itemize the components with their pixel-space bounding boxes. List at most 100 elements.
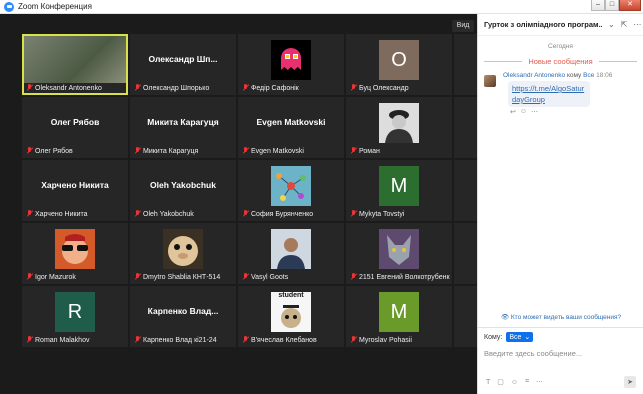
muted-mic-icon	[134, 84, 141, 92]
avatar: M	[379, 166, 419, 206]
muted-mic-icon	[242, 336, 249, 344]
participant-name-label: Федір Сафонік	[242, 84, 342, 92]
participant-tile[interactable]: Олександр Шп... Олександр Шпорько	[130, 34, 236, 95]
participant-tile[interactable]: Igor Mazurok	[22, 223, 128, 284]
minimize-button[interactable]: –	[591, 0, 605, 11]
message-recipient: Все	[583, 72, 595, 79]
avatar: M	[379, 292, 419, 332]
participant-tile[interactable]: R Roman Malakhov	[22, 286, 128, 347]
participant-name: Oleh Yakobchuk	[143, 210, 194, 218]
muted-mic-icon	[26, 336, 33, 344]
participant-tile[interactable]: M Myroslav Pohasii	[346, 286, 452, 347]
participant-video	[24, 36, 126, 83]
participant-display-name: Микита Карагуця	[147, 117, 219, 127]
participant-name-label: Харчено Никита	[26, 210, 126, 218]
participant-name: Харчено Никита	[35, 210, 88, 218]
avatar	[271, 40, 311, 80]
muted-mic-icon	[134, 147, 141, 155]
participant-tile[interactable]: Vasyl Goots	[238, 223, 344, 284]
popout-icon[interactable]: ⇱	[621, 20, 628, 29]
participant-display-name: Evgen Matkovski	[256, 117, 326, 127]
muted-mic-icon	[26, 84, 33, 92]
muted-mic-icon	[350, 210, 357, 218]
participant-name: Igor Mazurok	[35, 273, 76, 281]
participant-name-label: Dmytro Shablia КНТ-514	[134, 273, 234, 281]
participant-name-label: София Бурянченко	[242, 210, 342, 218]
participant-tile[interactable]: Oleksandr Antonenko	[22, 34, 128, 95]
participant-display-name: Oleh Yakobchuk	[150, 180, 216, 190]
muted-mic-icon	[134, 210, 141, 218]
participant-tile[interactable]: Карпенко Влад... Карпенко Влад кі21-24	[130, 286, 236, 347]
muted-mic-icon	[242, 84, 249, 92]
participant-name: Mykyta Tovstyi	[359, 210, 405, 218]
recipient-select[interactable]: Все ⌄	[506, 332, 534, 342]
avatar	[379, 103, 419, 143]
participant-name: Evgen Matkovski	[251, 147, 304, 155]
chat-title: Гурток з олімпіадного програм...	[484, 20, 602, 29]
muted-mic-icon	[134, 273, 141, 281]
participant-tile[interactable]: Роман	[346, 97, 452, 158]
avatar	[163, 229, 203, 269]
file-icon[interactable]: ▢	[497, 378, 504, 386]
more-icon[interactable]: ⋯	[536, 378, 543, 386]
chevron-down-icon: ⌄	[524, 334, 531, 341]
avatar	[271, 229, 311, 269]
participant-name: Микита Карагуця	[143, 147, 199, 155]
emoji-icon[interactable]: ☺	[511, 379, 518, 386]
participant-name-label: Роман	[350, 147, 450, 155]
participant-name: София Бурянченко	[251, 210, 314, 218]
participant-name-label: Igor Mazurok	[26, 273, 126, 281]
chevron-down-icon[interactable]: ⌄	[608, 20, 615, 29]
participant-display-name: Карпенко Влад...	[147, 306, 219, 316]
reply-icon[interactable]: ↩	[510, 108, 516, 116]
zoom-app-icon	[4, 1, 14, 12]
participant-name: Vasyl Goots	[251, 273, 289, 281]
participant-display-name: Харчено Никита	[41, 180, 109, 190]
message-link[interactable]: https://t.me/AlgoSaturdayGroup	[512, 84, 584, 104]
participant-tile[interactable]: Dmytro Shablia КНТ-514	[130, 223, 236, 284]
muted-mic-icon	[242, 273, 249, 281]
participant-name-label: Myroslav Pohasii	[350, 336, 450, 344]
maximize-button[interactable]: □	[605, 0, 619, 11]
message-input[interactable]	[484, 347, 634, 360]
more-icon[interactable]: ⋯	[633, 20, 641, 29]
muted-mic-icon	[350, 336, 357, 344]
participant-tile[interactable]: София Бурянченко	[238, 160, 344, 221]
recipient-row: Кому: Все ⌄	[484, 332, 534, 342]
participant-tile[interactable]: 2151 Евгений Волкотрубенко	[346, 223, 452, 284]
close-button[interactable]: ✕	[619, 0, 641, 11]
avatar	[271, 166, 311, 206]
participant-name-label: Микита Карагуця	[134, 147, 234, 155]
participant-tile[interactable]: Олег Рябов Олег Рябов	[22, 97, 128, 158]
participant-name-label: Карпенко Влад кі21-24	[134, 336, 234, 344]
participant-name-label: Oleksandr Antonenko	[26, 84, 126, 92]
who-can-see-link[interactable]: 👁 Кто может видеть ваши сообщения?	[478, 313, 643, 321]
divider	[478, 327, 643, 328]
participant-tile[interactable]: M Mykyta Tovstyi	[346, 160, 452, 221]
message-bubble: https://t.me/AlgoSaturdayGroup	[508, 81, 590, 107]
screenshot-icon[interactable]: ⌗	[525, 378, 529, 386]
new-messages-divider: Новые сообщения	[484, 57, 637, 66]
participant-tile[interactable]: О Буц Олександр	[346, 34, 452, 95]
message-meta: Oleksandr Antonenko кому Все 18:06	[503, 72, 612, 79]
window-controls: – □ ✕	[591, 0, 641, 11]
send-button[interactable]: ➤	[624, 376, 636, 388]
participant-name-label: 2151 Евгений Волкотрубенко	[350, 273, 450, 281]
muted-mic-icon	[134, 336, 141, 344]
date-separator: Сегодня	[548, 43, 573, 50]
participant-tile[interactable]: Evgen Matkovski Evgen Matkovski	[238, 97, 344, 158]
participant-tile[interactable]: Микита Карагуця Микита Карагуця	[130, 97, 236, 158]
participant-name: Олег Рябов	[35, 147, 73, 155]
participant-tile[interactable]: Федір Сафонік	[238, 34, 344, 95]
avatar: О	[379, 40, 419, 80]
participant-tile[interactable]: Oleh Yakobchuk Oleh Yakobchuk	[130, 160, 236, 221]
view-button[interactable]: Вид	[452, 20, 474, 32]
participant-name: Роман	[359, 147, 380, 155]
participant-name: Roman Malakhov	[35, 336, 90, 344]
participant-tile[interactable]: Харчено Никита Харчено Никита	[22, 160, 128, 221]
more-icon[interactable]: ⋯	[531, 108, 538, 116]
emoji-reaction-icon[interactable]: ☺	[520, 108, 527, 116]
participant-name-label: Vasyl Goots	[242, 273, 342, 281]
participant-tile[interactable]: student В'ячеслав Клебанов	[238, 286, 344, 347]
format-text-icon[interactable]: T	[486, 379, 490, 386]
